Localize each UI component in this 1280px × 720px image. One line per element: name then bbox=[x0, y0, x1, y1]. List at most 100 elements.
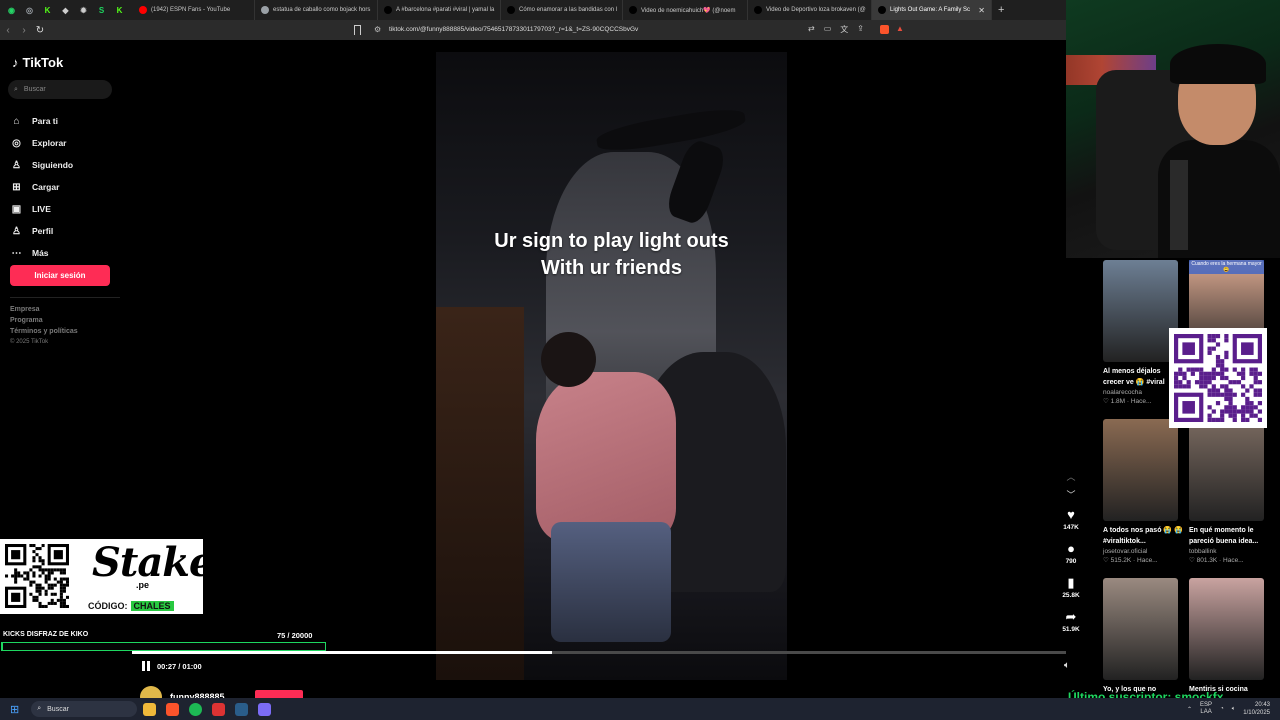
related-video-author[interactable]: tobballink bbox=[1189, 548, 1269, 555]
qr-module bbox=[1228, 396, 1233, 402]
reader-icon[interactable]: ⇄ bbox=[808, 24, 815, 35]
chrome-icon[interactable]: ◎ bbox=[22, 3, 37, 18]
qr-module bbox=[1211, 346, 1216, 351]
following-icon: ♙ bbox=[12, 159, 21, 171]
sidebar-item-live[interactable]: ▣ LIVE bbox=[11, 198, 73, 220]
related-video-card[interactable]: Yo, y los que no bbox=[1103, 578, 1183, 695]
footer-link-company[interactable]: Empresa bbox=[10, 306, 78, 313]
sidebar-item-siguiendo[interactable]: ♙ Siguiendo bbox=[11, 154, 73, 176]
close-tab-icon[interactable]: ✕ bbox=[978, 6, 985, 15]
reload-icon[interactable]: ↻ bbox=[32, 25, 48, 36]
qr-module bbox=[1211, 392, 1216, 397]
browser-tab[interactable]: Video de noemicahuich💖 (@noem bbox=[623, 0, 748, 20]
settings-icon[interactable]: ✹ bbox=[76, 3, 91, 18]
bookmark-icon[interactable]: ▮ bbox=[1067, 576, 1074, 590]
previous-video-icon[interactable]: ︿ bbox=[1066, 468, 1075, 486]
comment-button[interactable]: ● 790 bbox=[1066, 542, 1077, 572]
brave-rewards-icon[interactable]: ▲ bbox=[896, 24, 904, 33]
sidebar-item-perfil[interactable]: ♙ Perfil bbox=[11, 220, 73, 242]
taskbar-clock[interactable]: 20:43 1/10/2025 bbox=[1243, 701, 1270, 717]
login-button[interactable]: Iniciar sesión bbox=[10, 265, 110, 286]
browser-tab[interactable]: estatua de caballo como bojack hors bbox=[255, 0, 378, 20]
sidebar-item-explorar[interactable]: ◎ Explorar bbox=[11, 132, 73, 154]
sidebar-item-ms[interactable]: ⋯ Más bbox=[11, 242, 73, 264]
footer-link-program[interactable]: Programa bbox=[10, 317, 78, 324]
qr-module bbox=[47, 586, 51, 590]
browser-tab[interactable]: (1942) ESPN Fans - YouTube bbox=[133, 0, 255, 20]
related-video-thumbnail[interactable] bbox=[1103, 419, 1178, 521]
pause-icon[interactable] bbox=[142, 661, 150, 671]
whatsapp-icon[interactable]: ◉ bbox=[4, 3, 19, 18]
tiktok-logo[interactable]: ♪ TikTok bbox=[12, 55, 63, 70]
qr-module bbox=[5, 574, 9, 578]
next-video-icon[interactable]: ﹀ bbox=[1066, 486, 1075, 504]
windows-start-icon[interactable]: ⊞ bbox=[10, 703, 19, 716]
related-video-author[interactable]: josetovar.oficial bbox=[1103, 548, 1183, 555]
steam-icon[interactable] bbox=[235, 702, 249, 716]
kick-icon[interactable]: K bbox=[112, 3, 127, 18]
qr-module bbox=[1257, 392, 1262, 397]
wifi-icon[interactable]: ◔ bbox=[1220, 706, 1224, 712]
heart-icon[interactable]: ♥ bbox=[1067, 508, 1075, 522]
qr-module bbox=[1215, 417, 1221, 422]
related-video-thumbnail[interactable] bbox=[1103, 578, 1178, 680]
brave-browser-icon[interactable] bbox=[166, 702, 180, 716]
obs-icon[interactable] bbox=[212, 702, 226, 716]
translate-icon[interactable]: 文 bbox=[840, 24, 848, 35]
tray-overflow-icon[interactable]: ⌃ bbox=[1187, 706, 1192, 713]
comment-icon[interactable]: ● bbox=[1067, 542, 1075, 556]
forward-icon[interactable]: › bbox=[16, 25, 32, 36]
share-button[interactable]: ➦ 51.9K bbox=[1062, 610, 1079, 640]
related-video-thumbnail[interactable] bbox=[1189, 419, 1264, 521]
qr-module bbox=[47, 574, 51, 578]
share-page-icon[interactable]: ⇪ bbox=[857, 24, 864, 35]
browser-tab[interactable]: Cómo enamorar a las bandidas con l bbox=[501, 0, 623, 20]
share-icon[interactable]: ➦ bbox=[1066, 610, 1077, 624]
related-video-card[interactable]: En qué momento le pareció buena idea... t… bbox=[1189, 419, 1269, 564]
bookmark-icon[interactable] bbox=[354, 25, 361, 35]
sidebar-item-cargar[interactable]: ⊞ Cargar bbox=[11, 176, 73, 198]
cast-icon[interactable]: ▭ bbox=[824, 24, 832, 35]
search-input[interactable]: ⌕ Buscar bbox=[8, 80, 112, 99]
language-indicator[interactable]: ESP LAA bbox=[1200, 702, 1212, 716]
footer-link-terms[interactable]: Términos y políticas bbox=[10, 328, 78, 335]
upload-icon: ⊞ bbox=[12, 181, 21, 193]
browser-tab[interactable]: Lights Out Game: A Family Sc ✕ bbox=[872, 0, 992, 20]
speaker-icon[interactable]: 🔈︎ bbox=[1232, 706, 1236, 713]
new-tab-button[interactable]: + bbox=[992, 4, 1010, 16]
back-icon[interactable]: ‹ bbox=[0, 25, 16, 36]
app-icon[interactable]: ◆ bbox=[58, 3, 73, 18]
qr-module bbox=[29, 580, 33, 584]
ceiling-fan-image bbox=[594, 104, 748, 156]
browser-tab[interactable]: Video de Deportivo loza brokaven (@ bbox=[748, 0, 872, 20]
qr-module bbox=[35, 595, 39, 599]
qr-module bbox=[1190, 371, 1195, 376]
related-video-thumbnail[interactable] bbox=[1103, 260, 1178, 362]
browser-tab[interactable]: A #barcelona #parati #viral | yamal la bbox=[378, 0, 501, 20]
like-button[interactable]: ♥ 147K bbox=[1063, 508, 1079, 538]
sidebar-item-parati[interactable]: ⌂ Para ti bbox=[11, 110, 73, 132]
save-button[interactable]: ▮ 25.8K bbox=[1062, 576, 1079, 606]
related-video-thumbnail[interactable] bbox=[1189, 578, 1264, 680]
related-video-card[interactable]: A todos nos pasó 😭 😭 #viraltiktok... jose… bbox=[1103, 419, 1183, 564]
goal-progress-fill bbox=[2, 643, 4, 650]
qr-module bbox=[1241, 392, 1246, 397]
url-field[interactable]: tiktok.com/@funny888885/video/7546517873… bbox=[389, 26, 638, 33]
qr-module bbox=[1224, 350, 1229, 355]
site-info-icon[interactable]: ⚙ bbox=[374, 25, 381, 34]
qr-module bbox=[1257, 371, 1262, 376]
file-explorer-icon[interactable] bbox=[143, 702, 157, 716]
stake-icon[interactable]: S bbox=[94, 3, 109, 18]
spotify-icon[interactable] bbox=[189, 702, 203, 716]
kick-icon[interactable]: K bbox=[40, 3, 55, 18]
discord-icon[interactable] bbox=[258, 702, 272, 716]
qr-module bbox=[62, 586, 66, 590]
taskbar-search[interactable]: ⌕ Buscar bbox=[31, 701, 138, 717]
brave-shield-icon[interactable] bbox=[880, 25, 889, 34]
video-player[interactable]: Ur sign to play light outs With ur frien… bbox=[436, 52, 787, 680]
qr-module bbox=[1186, 380, 1191, 385]
related-video-card[interactable]: Mentiris si cocina bbox=[1189, 578, 1269, 695]
volume-icon[interactable]: 🔈︎ bbox=[1064, 660, 1070, 671]
related-video-title[interactable]: A todos nos pasó 😭 😭 #viraltiktok... bbox=[1103, 525, 1183, 547]
related-video-title[interactable]: En qué momento le pareció buena idea... bbox=[1189, 525, 1269, 547]
